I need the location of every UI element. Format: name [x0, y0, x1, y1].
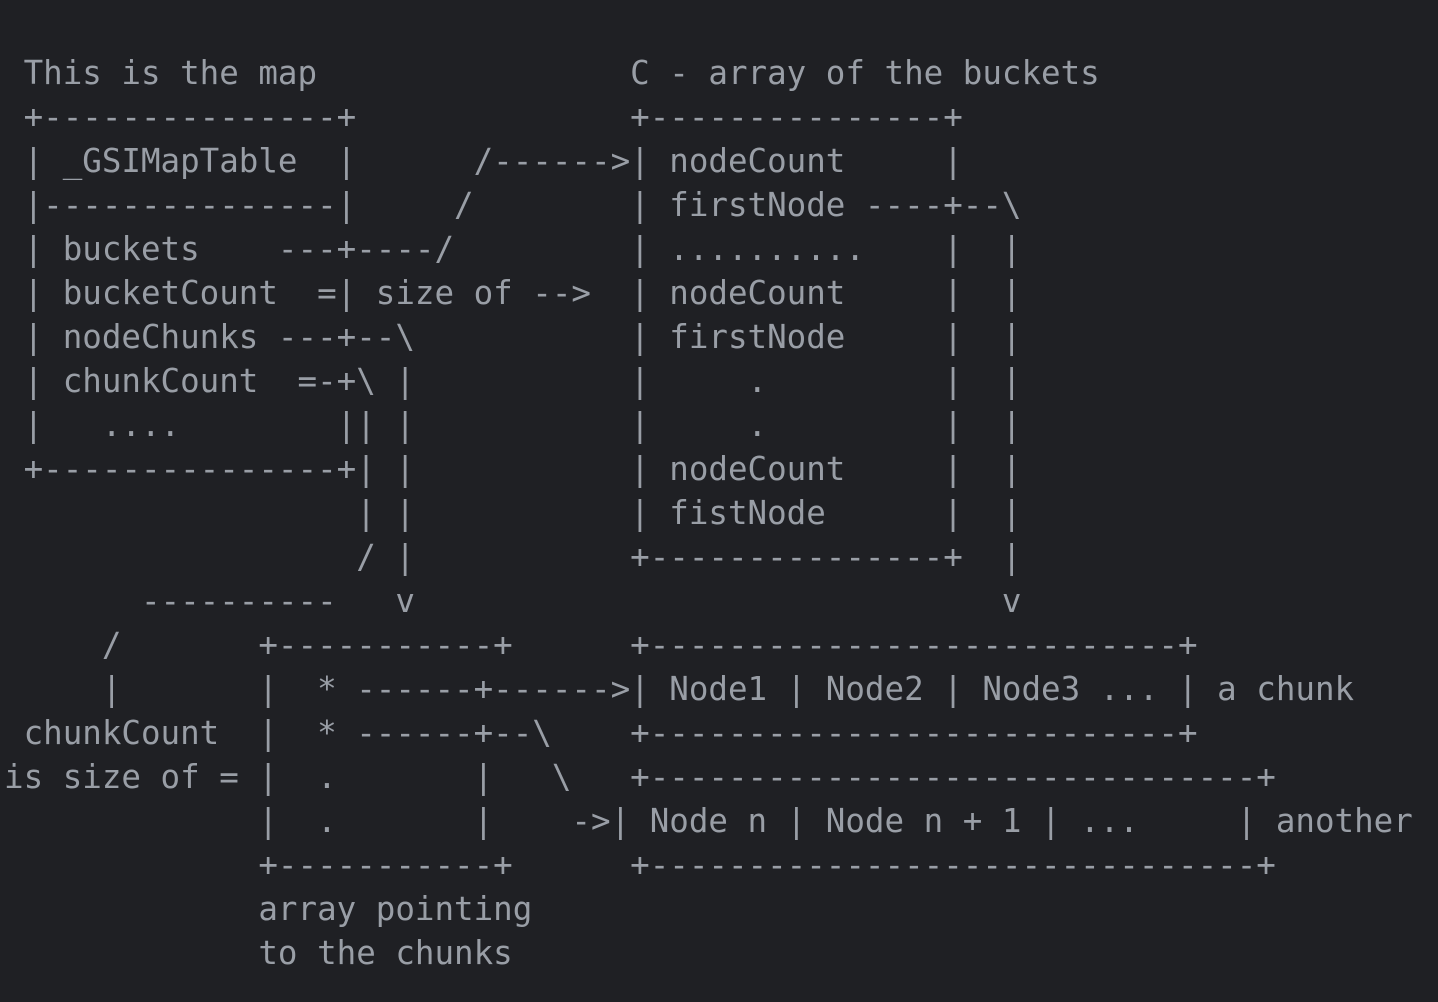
diagram-line-map-bottom: +---------------+| | | nodeCount | | — [4, 450, 1022, 488]
diagram-line-arrows-down: ---------- v v — [4, 582, 1022, 620]
diagram-line-nodechunks: | nodeChunks ---+--\ | firstNode | | — [4, 318, 1022, 356]
diagram-line-gsimaptable: | _GSIMapTable | /------>| nodeCount | — [4, 142, 963, 180]
diagram-line-size-of-label: is size of = | . | \ +------------------… — [4, 758, 1276, 796]
ascii-hash-map-diagram: This is the map C - array of the buckets… — [4, 51, 1413, 975]
diagram-line-caption-2: to the chunks — [4, 934, 513, 972]
diagram-line-titles: This is the map C - array of the buckets — [4, 54, 1100, 92]
diagram-line-chunk-tops: / +-----------+ +-----------------------… — [4, 626, 1198, 664]
diagram-line-bucket-bottom: / | +---------------+ | — [4, 538, 1022, 576]
diagram-line-bucketcount: | bucketCount =| size of --> | nodeCount… — [4, 274, 1022, 312]
diagram-line-caption-1: array pointing — [4, 890, 533, 928]
diagram-line-first-chunk: | | * ------+------>| Node1 | Node2 | No… — [4, 670, 1355, 708]
diagram-line-chunkcount-label: chunkCount | * ------+--\ +-------------… — [4, 714, 1198, 752]
diagram-line-chunkcount: | chunkCount =-+\ | | . | | — [4, 362, 1022, 400]
diagram-line-header-divider: |---------------| / | firstNode ----+--\ — [4, 186, 1022, 224]
diagram-line-fistnode: | | | fistNode | | — [4, 494, 1022, 532]
diagram-line-box-tops: +---------------+ +---------------+ — [4, 98, 963, 136]
diagram-line-chunk-bottoms: +-----------+ +-------------------------… — [4, 846, 1276, 884]
diagram-line-buckets: | buckets ---+----/ | .......... | | — [4, 230, 1022, 268]
diagram-line-ellipsis: | .... || | | . | | — [4, 406, 1022, 444]
diagram-line-another-chunk: | . | ->| Node n | Node n + 1 | ... | an… — [4, 802, 1413, 840]
